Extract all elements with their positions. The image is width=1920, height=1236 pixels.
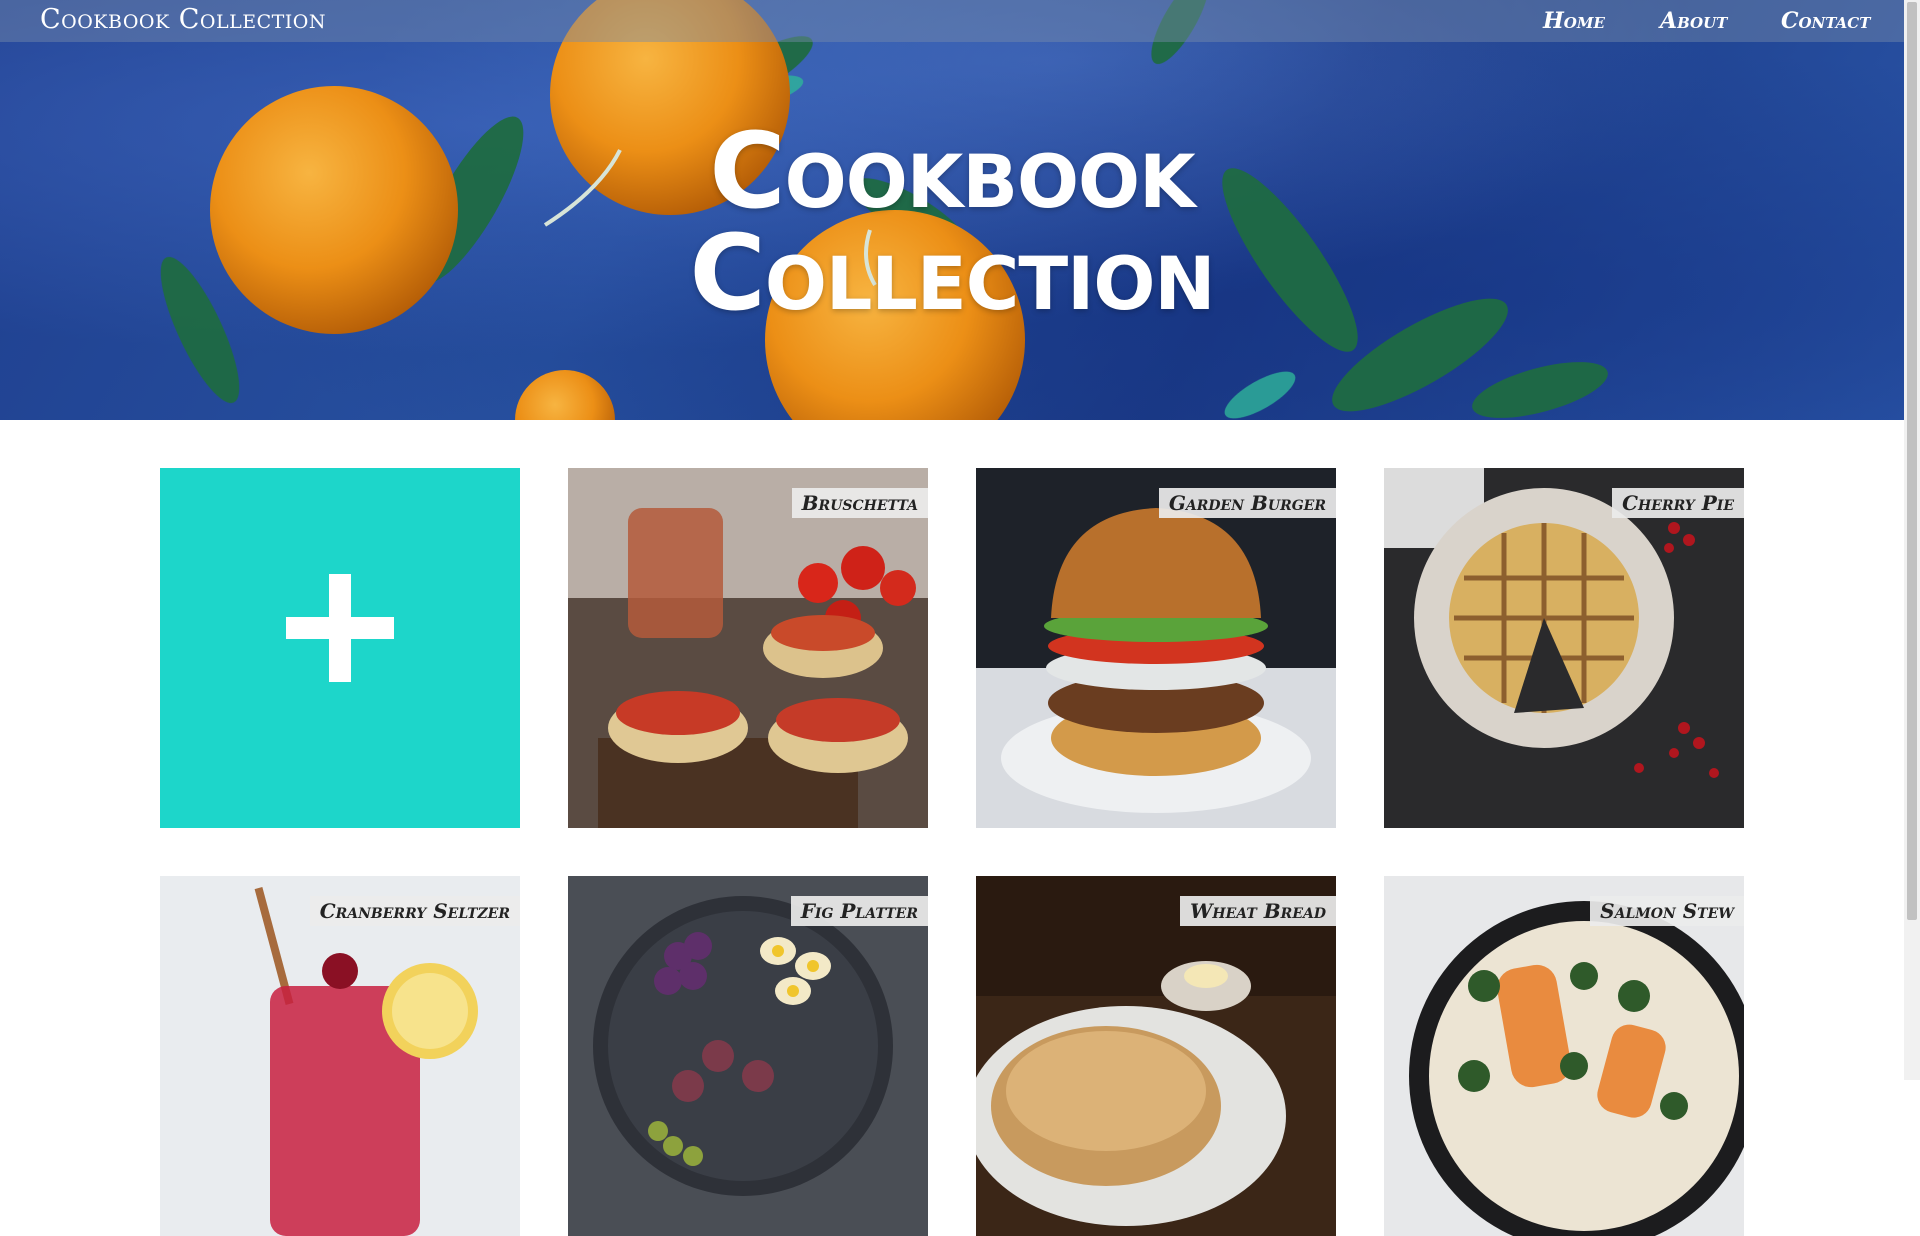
recipe-card-bruschetta[interactable]: Bruschetta bbox=[568, 468, 928, 828]
recipe-image bbox=[160, 876, 520, 1236]
hero-title-line2: Collection bbox=[689, 212, 1216, 334]
recipe-title: Cherry Pie bbox=[1612, 488, 1744, 518]
nav-about[interactable]: About bbox=[1660, 8, 1727, 34]
recipe-card-fig-platter[interactable]: Fig Platter bbox=[568, 876, 928, 1236]
recipe-title: Cranberry Seltzer bbox=[309, 896, 520, 926]
recipe-image bbox=[568, 468, 928, 828]
hero-title-line1: Cookbook bbox=[709, 110, 1195, 232]
recipe-image bbox=[568, 876, 928, 1236]
page-scrollbar[interactable] bbox=[1904, 0, 1920, 1080]
recipe-card-cherry-pie[interactable]: Cherry Pie bbox=[1384, 468, 1744, 828]
recipe-card-wheat-bread[interactable]: Wheat Bread bbox=[976, 876, 1336, 1236]
recipe-image bbox=[976, 876, 1336, 1236]
recipe-title: Salmon Stew bbox=[1590, 896, 1744, 926]
hero-banner: Cookbook Collection Home About Contact C… bbox=[0, 0, 1904, 420]
recipe-title: Wheat Bread bbox=[1179, 896, 1336, 926]
recipe-card-garden-burger[interactable]: Garden Burger bbox=[976, 468, 1336, 828]
recipe-image bbox=[976, 468, 1336, 828]
nav-home[interactable]: Home bbox=[1543, 8, 1605, 34]
top-navbar: Cookbook Collection Home About Contact bbox=[0, 0, 1904, 42]
hero-title: Cookbook Collection bbox=[0, 110, 1904, 334]
plus-icon-horizontal bbox=[286, 617, 394, 639]
recipe-card-cranberry-seltzer[interactable]: Cranberry Seltzer bbox=[160, 876, 520, 1236]
recipe-card-salmon-stew[interactable]: Salmon Stew bbox=[1384, 876, 1744, 1236]
add-recipe-button[interactable] bbox=[160, 468, 520, 828]
recipe-title: Fig Platter bbox=[790, 896, 928, 926]
recipe-image bbox=[1384, 468, 1744, 828]
scrollbar-thumb[interactable] bbox=[1907, 2, 1917, 920]
brand-logo[interactable]: Cookbook Collection bbox=[40, 4, 326, 35]
recipe-image bbox=[1384, 876, 1744, 1236]
nav-contact[interactable]: Contact bbox=[1781, 8, 1870, 34]
recipe-title: Bruschetta bbox=[791, 488, 928, 518]
recipe-title: Garden Burger bbox=[1158, 488, 1336, 518]
